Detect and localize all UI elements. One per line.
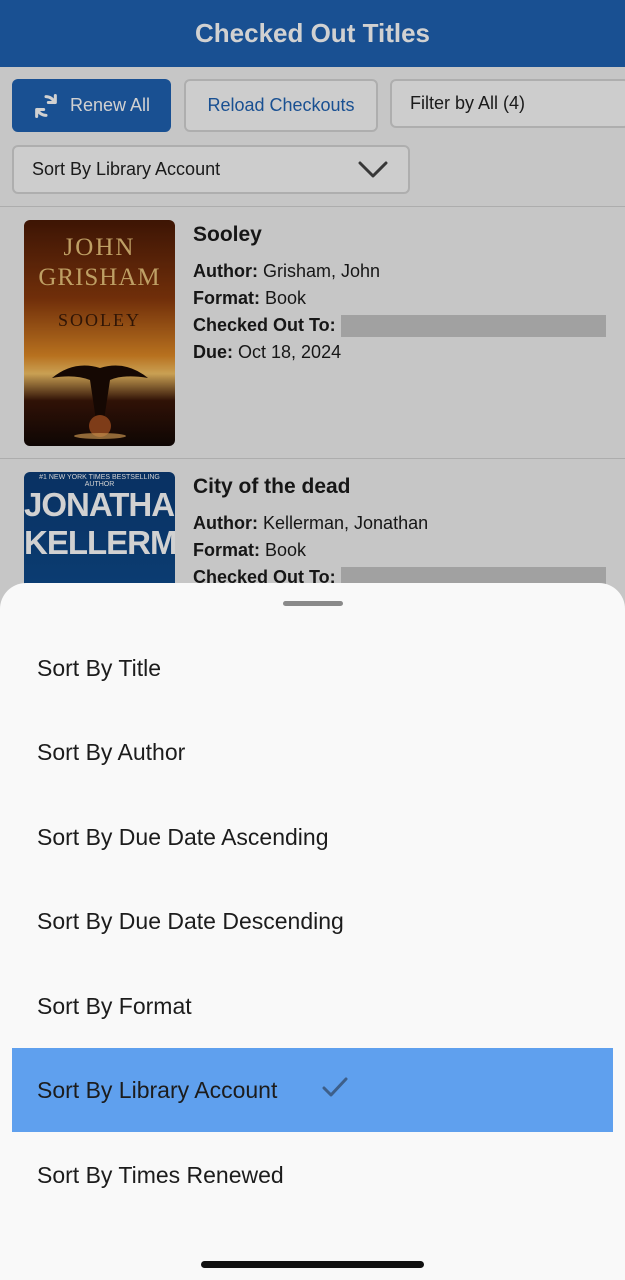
sort-option-author[interactable]: Sort By Author — [12, 710, 613, 794]
sort-option-format[interactable]: Sort By Format — [12, 964, 613, 1048]
sort-option-label: Sort By Due Date Ascending — [37, 823, 329, 850]
home-indicator[interactable] — [201, 1261, 424, 1268]
sort-option-due-desc[interactable]: Sort By Due Date Descending — [12, 879, 613, 963]
sort-option-label: Sort By Author — [37, 738, 186, 765]
sort-option-library-account[interactable]: Sort By Library Account — [12, 1048, 613, 1132]
sort-options-sheet: Sort By Title Sort By Author Sort By Due… — [0, 583, 625, 1280]
sort-option-label: Sort By Due Date Descending — [37, 907, 344, 934]
sort-option-label: Sort By Times Renewed — [37, 1161, 284, 1188]
sort-option-label: Sort By Title — [37, 654, 161, 681]
sort-option-times-renewed[interactable]: Sort By Times Renewed — [12, 1133, 613, 1217]
sort-option-title[interactable]: Sort By Title — [12, 626, 613, 710]
sheet-drag-handle[interactable] — [283, 601, 343, 606]
sort-option-label: Sort By Library Account — [37, 1076, 278, 1103]
sort-option-label: Sort By Format — [37, 992, 192, 1019]
checkmark-icon — [322, 1077, 348, 1097]
sort-option-due-asc[interactable]: Sort By Due Date Ascending — [12, 795, 613, 879]
